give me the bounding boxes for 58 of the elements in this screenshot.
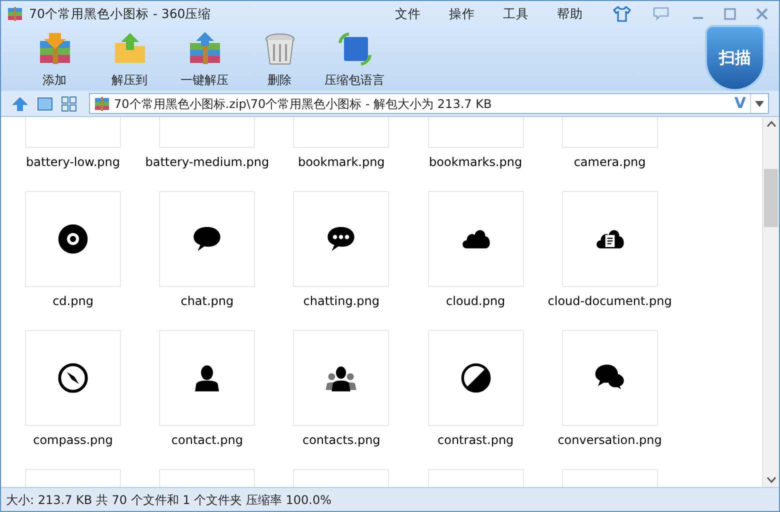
file-name: bookmarks.png xyxy=(429,154,522,171)
file-tile[interactable] xyxy=(428,191,524,287)
file-name: cloud.png xyxy=(446,293,506,310)
menu-item[interactable]: 文件 xyxy=(381,4,435,24)
file-name: conversation.png xyxy=(558,432,662,449)
archive-icon xyxy=(94,96,110,110)
language-icon xyxy=(336,31,372,67)
v-mark[interactable]: V xyxy=(734,92,746,115)
file-tile[interactable] xyxy=(428,330,524,426)
scrollbar[interactable] xyxy=(762,117,779,487)
address-field[interactable]: 70个常用黑色小图标.zip\70个常用黑色小图标 - 解包大小为 213.7 KB V xyxy=(89,93,769,114)
up-arrow-icon[interactable] xyxy=(11,96,29,112)
file-name: cloud-document.png xyxy=(548,293,672,310)
file-name: chat.png xyxy=(180,293,234,310)
file-name: bookmark.png xyxy=(298,154,385,171)
toolbar-button[interactable]: 压缩包语言 xyxy=(317,29,392,89)
file-name: chatting.png xyxy=(303,293,380,310)
list-view-icon[interactable] xyxy=(37,96,53,110)
scroll-thumb[interactable] xyxy=(764,169,778,227)
contrast-icon xyxy=(460,362,492,394)
file-tile[interactable] xyxy=(562,330,658,426)
file-name: cd.png xyxy=(52,293,94,310)
status-text: 大小: 213.7 KB 共 70 个文件和 1 个文件夹 压缩率 100.0% xyxy=(6,492,332,508)
file-name: contacts.png xyxy=(302,432,380,449)
compass-icon xyxy=(57,362,89,394)
file-tile[interactable] xyxy=(562,191,658,287)
toolbar-button[interactable]: 添加 xyxy=(17,29,92,89)
menu-item[interactable]: 工具 xyxy=(489,4,543,24)
toolbar-button[interactable]: 解压到 xyxy=(92,29,167,89)
file-tile[interactable] xyxy=(25,191,121,287)
file-tile[interactable] xyxy=(293,191,390,287)
scroll-down-icon[interactable] xyxy=(766,477,776,483)
maximize-icon[interactable] xyxy=(723,7,737,21)
archive-icon xyxy=(7,6,23,22)
file-name: battery-medium.png xyxy=(145,154,270,171)
file-tile[interactable] xyxy=(159,191,256,287)
scroll-up-icon[interactable] xyxy=(766,121,776,127)
menu-item[interactable]: 操作 xyxy=(435,4,489,24)
file-name: compass.png xyxy=(33,432,113,449)
feedback-icon[interactable] xyxy=(653,7,669,21)
file-name: contact.png xyxy=(171,432,243,449)
file-name: battery-low.png xyxy=(26,154,120,171)
file-name: camera.png xyxy=(574,154,646,171)
file-name: contrast.png xyxy=(438,432,514,449)
cd-icon xyxy=(57,223,89,255)
window-title: 70个常用黑色小图标 - 360压缩 xyxy=(29,4,212,23)
scan-button[interactable]: 扫描 xyxy=(705,25,765,91)
menu-item[interactable]: 帮助 xyxy=(543,4,597,24)
toolbar-button[interactable]: 一键解压 xyxy=(167,29,242,89)
toolbar-button[interactable]: 删除 xyxy=(242,29,317,89)
file-tile[interactable] xyxy=(159,330,256,426)
dropdown-arrow-icon[interactable] xyxy=(755,100,764,106)
file-tile[interactable] xyxy=(293,330,390,426)
file-tile[interactable] xyxy=(25,330,121,426)
close-icon[interactable] xyxy=(755,7,769,21)
address-text: 70个常用黑色小图标.zip\70个常用黑色小图标 - 解包大小为 213.7 KB xyxy=(114,96,492,112)
grid-view-icon[interactable] xyxy=(61,96,77,112)
shirt-icon[interactable] xyxy=(613,6,631,22)
